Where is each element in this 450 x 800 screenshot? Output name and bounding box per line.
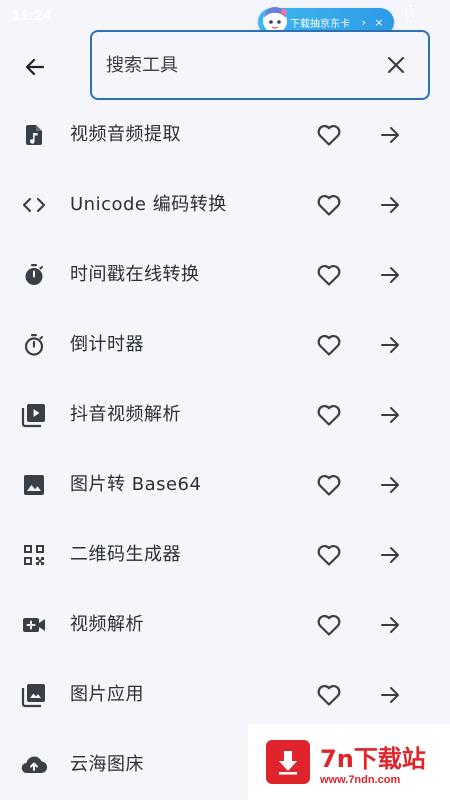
chevron-right-icon: ›: [361, 15, 366, 29]
tool-row-qr-generator[interactable]: 二维码生成器: [0, 520, 450, 590]
tool-label: 二维码生成器: [70, 544, 181, 565]
heart-outline-icon[interactable]: [313, 470, 345, 500]
heart-outline-icon[interactable]: [313, 680, 345, 710]
close-icon: [387, 56, 405, 74]
code-icon: [20, 191, 48, 219]
heart-outline-icon[interactable]: [313, 190, 345, 220]
arrow-right-icon[interactable]: [374, 400, 406, 430]
watermark: 7n下载站 www.7ndn.com: [248, 724, 450, 800]
search-input[interactable]: [92, 32, 374, 98]
tool-row-image-apps[interactable]: 图片应用: [0, 660, 450, 730]
tool-label: 视频音频提取: [70, 124, 181, 145]
back-button[interactable]: [16, 48, 54, 86]
tool-list: 视频音频提取 Unicode 编码转换 时间戳在线转换 倒计时器 抖音视频解析 …: [0, 100, 450, 800]
tool-row-video-parse[interactable]: 视频解析: [0, 590, 450, 660]
tool-label: 图片转 Base64: [70, 474, 202, 495]
tool-row-douyin-video-parse[interactable]: 抖音视频解析: [0, 380, 450, 450]
ad-close-button[interactable]: ×: [372, 16, 386, 29]
search-box[interactable]: [90, 30, 430, 100]
heart-outline-icon[interactable]: [313, 260, 345, 290]
arrow-right-icon[interactable]: [374, 470, 406, 500]
arrow-right-icon[interactable]: [374, 120, 406, 150]
arrow-right-icon[interactable]: [374, 610, 406, 640]
ad-text: 下载抽京东卡: [290, 18, 350, 30]
tool-row-unicode-convert[interactable]: Unicode 编码转换: [0, 170, 450, 240]
tool-label: 视频解析: [70, 614, 144, 635]
arrow-right-icon[interactable]: [374, 190, 406, 220]
tool-label: 云海图床: [70, 754, 144, 775]
heart-outline-icon[interactable]: [313, 120, 345, 150]
qr-code-icon: [20, 541, 48, 569]
arrow-right-icon[interactable]: [374, 260, 406, 290]
status-time: 11:24: [12, 6, 53, 24]
tool-label: Unicode 编码转换: [70, 194, 227, 215]
arrow-right-icon[interactable]: [374, 540, 406, 570]
music-file-icon: [20, 121, 48, 149]
tool-row-video-audio-extract[interactable]: 视频音频提取: [0, 100, 450, 170]
arrow-right-icon[interactable]: [374, 680, 406, 710]
video-camera-add-icon: [20, 611, 48, 639]
download-logo-icon: [266, 740, 310, 784]
heart-outline-icon[interactable]: [313, 330, 345, 360]
arrow-left-icon: [25, 58, 45, 76]
watermark-url: www.7ndn.com: [320, 773, 401, 786]
watermark-title: 7n下载站: [320, 744, 426, 773]
clear-search-button[interactable]: [374, 43, 418, 87]
photo-library-icon: [20, 681, 48, 709]
heart-outline-icon[interactable]: [313, 540, 345, 570]
cloud-upload-icon: [20, 751, 48, 779]
timer-filled-icon: [20, 261, 48, 289]
tool-row-timestamp-convert[interactable]: 时间戳在线转换: [0, 240, 450, 310]
tool-label: 倒计时器: [70, 334, 144, 355]
timer-outline-icon: [20, 331, 48, 359]
tool-label: 时间戳在线转换: [70, 264, 200, 285]
tool-row-countdown-timer[interactable]: 倒计时器: [0, 310, 450, 380]
heart-outline-icon[interactable]: [313, 610, 345, 640]
video-library-icon: [20, 401, 48, 429]
heart-outline-icon[interactable]: [313, 400, 345, 430]
tool-row-image-to-base64[interactable]: 图片转 Base64: [0, 450, 450, 520]
tool-label: 图片应用: [70, 684, 144, 705]
battery-icon: [406, 5, 414, 22]
tool-label: 抖音视频解析: [70, 404, 181, 425]
image-icon: [20, 471, 48, 499]
arrow-right-icon[interactable]: [374, 330, 406, 360]
